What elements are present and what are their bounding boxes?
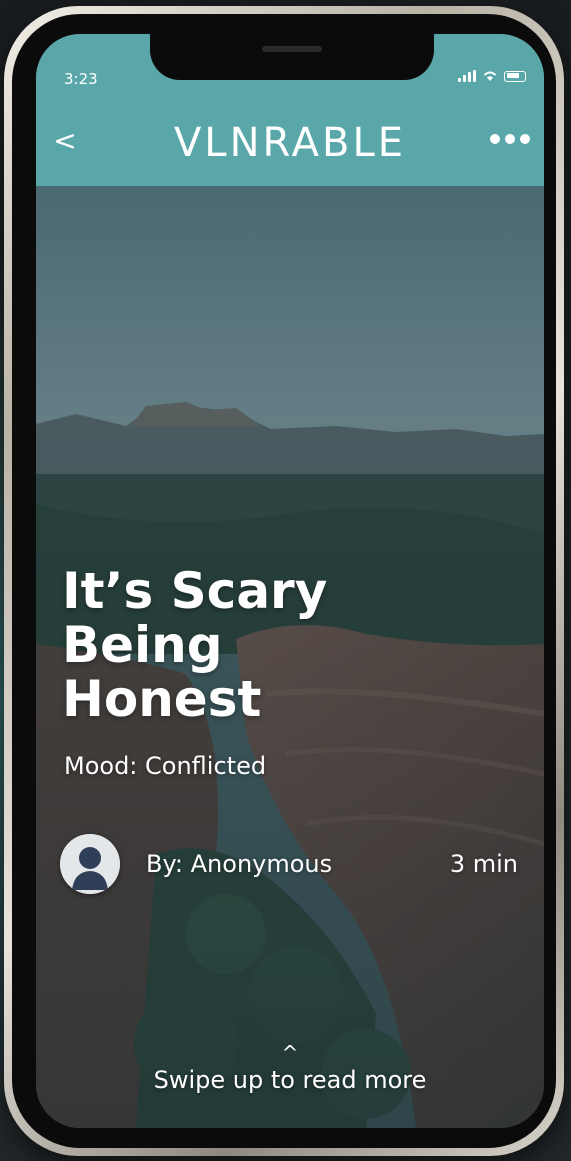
more-dots-icon (490, 134, 500, 144)
user-avatar-icon[interactable] (60, 834, 120, 894)
status-time: 3:23 (64, 70, 98, 88)
story-mood: Mood: Conflicted (64, 752, 267, 780)
status-icons (458, 70, 526, 82)
battery-icon (504, 70, 526, 82)
read-time: 3 min (449, 850, 518, 878)
signal-icon (458, 70, 476, 82)
chevron-up-icon: ^ (281, 1041, 299, 1065)
author-name: By: Anonymous (146, 850, 333, 878)
author-row[interactable]: By: Anonymous 3 min (60, 834, 518, 896)
phone-screen: 3:23 < VLNRABLE It’s Scary Being Honest … (36, 34, 544, 1128)
speaker-grille (262, 46, 322, 52)
swipe-up-label: Swipe up to read more (153, 1066, 427, 1094)
wifi-icon (483, 71, 497, 81)
more-options-button[interactable] (486, 126, 534, 152)
story-title: It’s Scary Being Honest (62, 562, 328, 728)
swipe-up-prompt[interactable]: ^ Swipe up to read more (36, 1041, 544, 1094)
phone-notch (150, 34, 434, 80)
mockup-stage: 3:23 < VLNRABLE It’s Scary Being Honest … (0, 0, 571, 1161)
app-logo: VLNRABLE (173, 120, 407, 166)
